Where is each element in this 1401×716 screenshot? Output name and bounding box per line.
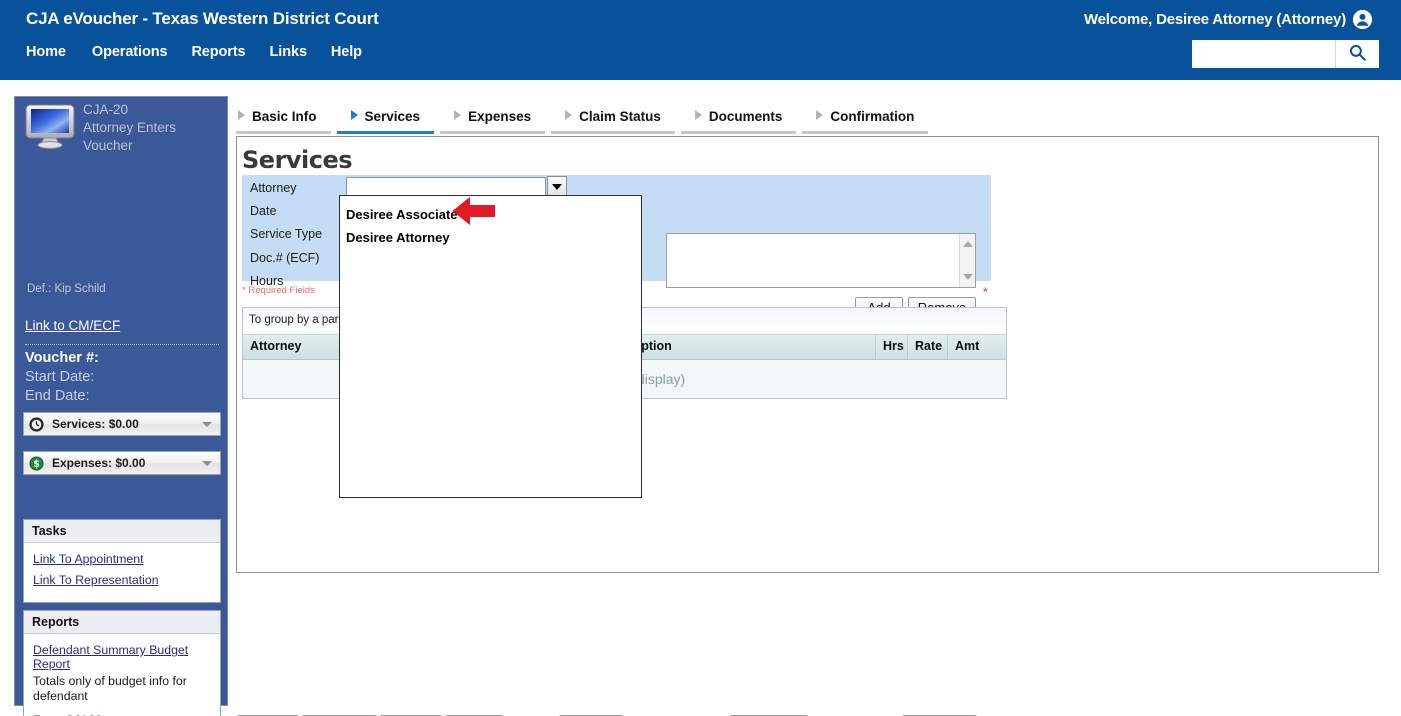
scroll-down-icon[interactable] <box>963 274 973 280</box>
voucher-number-label: Voucher #: <box>25 349 99 368</box>
tab-claim-status[interactable]: Claim Status <box>551 109 675 134</box>
grid-col-amt[interactable]: Amt <box>948 335 996 359</box>
voucher-tab-bar: Basic Info Services Expenses Claim Statu… <box>236 109 934 134</box>
grid-col-attorney[interactable]: Attorney <box>243 335 342 359</box>
defendant-label: Def.: Kip Schild <box>27 283 106 295</box>
tasks-panel-title: Tasks <box>24 520 220 543</box>
triangle-right-icon <box>238 110 245 120</box>
tab-confirmation[interactable]: Confirmation <box>802 109 928 134</box>
tab-documents[interactable]: Documents <box>681 109 797 134</box>
page-root: CJA eVoucher - Texas Western District Co… <box>0 0 1401 716</box>
sidebar-divider <box>25 344 219 345</box>
sidebar-accordion-expenses[interactable]: $ Expenses: $0.00 <box>23 451 221 475</box>
left-sidebar: CJA-20 Attorney Enters Voucher Def.: Kip… <box>14 96 228 706</box>
triangle-right-icon <box>565 110 572 120</box>
top-header-bar: CJA eVoucher - Texas Western District Co… <box>0 0 1401 80</box>
tab-services[interactable]: Services <box>337 109 435 134</box>
required-marker: * <box>983 285 988 299</box>
grid-col-hrs[interactable]: Hrs <box>876 335 908 359</box>
tab-label: Basic Info <box>252 109 317 124</box>
link-to-cmecf[interactable]: Link to CM/ECF <box>25 318 120 333</box>
sidebar-header: CJA-20 Attorney Enters Voucher <box>15 97 227 169</box>
nav-item-operations[interactable]: Operations <box>92 44 192 60</box>
description-textarea-body[interactable] <box>667 234 959 287</box>
field-label-date: Date <box>250 204 276 218</box>
sidebar-services-label: Services: $0.00 <box>52 417 139 431</box>
field-label-doc-ecf: Doc.# (ECF) <box>250 251 319 265</box>
sidebar-form-name-2: Voucher <box>83 137 176 155</box>
search-icon <box>1348 43 1367 65</box>
dropdown-option-desiree-attorney[interactable]: Desiree Attorney <box>340 226 641 249</box>
field-label-attorney: Attorney <box>250 181 297 195</box>
field-label-service-type: Service Type <box>250 227 322 241</box>
attorney-select-input[interactable] <box>346 177 546 196</box>
dropdown-option-desiree-associate[interactable]: Desiree Associate <box>340 203 641 226</box>
chevron-down-icon <box>202 461 212 466</box>
voucher-summary: Voucher #: Start Date: End Date: <box>25 349 99 406</box>
task-link-representation[interactable]: Link To Representation <box>33 573 211 587</box>
end-date-label: End Date: <box>25 387 99 406</box>
reports-panel-title: Reports <box>24 611 220 634</box>
user-circle-icon[interactable] <box>1352 9 1373 30</box>
welcome-text: Welcome, Desiree Attorney (Attorney) <box>1084 11 1346 28</box>
svg-text:$: $ <box>33 458 40 469</box>
sidebar-accordion-services[interactable]: Services: $0.00 <box>23 412 221 436</box>
triangle-right-icon <box>351 110 358 120</box>
report-link-defendant-summary-budget[interactable]: Defendant Summary Budget Report <box>33 643 211 671</box>
dollar-coin-icon: $ <box>29 456 44 471</box>
task-link-appointment[interactable]: Link To Appointment <box>33 552 211 566</box>
report-desc-defendant-summary: Totals only of budget info for defendant <box>33 674 211 704</box>
main-navigation: Home Operations Reports Links Help <box>26 44 386 60</box>
clock-icon <box>29 417 44 432</box>
tab-expenses[interactable]: Expenses <box>440 109 545 134</box>
nav-item-links[interactable]: Links <box>270 44 331 60</box>
computer-monitor-icon <box>24 102 81 150</box>
chevron-down-icon <box>552 184 562 190</box>
sidebar-form-code: CJA-20 <box>83 101 176 119</box>
triangle-right-icon <box>816 110 823 120</box>
nav-item-home[interactable]: Home <box>26 44 92 60</box>
nav-item-reports[interactable]: Reports <box>191 44 269 60</box>
tab-label: Services <box>365 109 421 124</box>
attorney-select-toggle[interactable] <box>547 176 567 197</box>
sidebar-form-name-1: Attorney Enters <box>83 119 176 137</box>
reports-panel: Reports Defendant Summary Budget Report … <box>23 610 221 716</box>
tab-label: Claim Status <box>579 109 661 124</box>
page-title: Services <box>242 146 352 174</box>
app-title: CJA eVoucher - Texas Western District Co… <box>26 9 379 29</box>
sidebar-form-info: CJA-20 Attorney Enters Voucher <box>83 101 176 155</box>
triangle-right-icon <box>454 110 461 120</box>
nav-item-help[interactable]: Help <box>331 44 386 60</box>
required-fields-note: * Required Fields <box>242 285 315 296</box>
search-box <box>1192 40 1379 68</box>
sidebar-expenses-label: Expenses: $0.00 <box>52 456 145 470</box>
scroll-up-icon[interactable] <box>963 241 973 247</box>
description-textarea-scrollbar[interactable] <box>959 234 975 287</box>
tab-label: Documents <box>709 109 783 124</box>
chevron-down-icon <box>202 422 212 427</box>
description-textarea[interactable] <box>666 233 976 288</box>
tab-label: Confirmation <box>830 109 914 124</box>
search-button[interactable] <box>1335 40 1379 68</box>
search-input[interactable] <box>1192 40 1335 68</box>
tab-label: Expenses <box>468 109 531 124</box>
start-date-label: Start Date: <box>25 368 99 387</box>
triangle-right-icon <box>695 110 702 120</box>
attorney-dropdown-list[interactable]: Desiree Associate Desiree Attorney <box>339 195 642 498</box>
grid-col-rate[interactable]: Rate <box>908 335 948 359</box>
tab-basic-info[interactable]: Basic Info <box>236 109 331 134</box>
tasks-panel: Tasks Link To Appointment Link To Repres… <box>23 519 221 603</box>
